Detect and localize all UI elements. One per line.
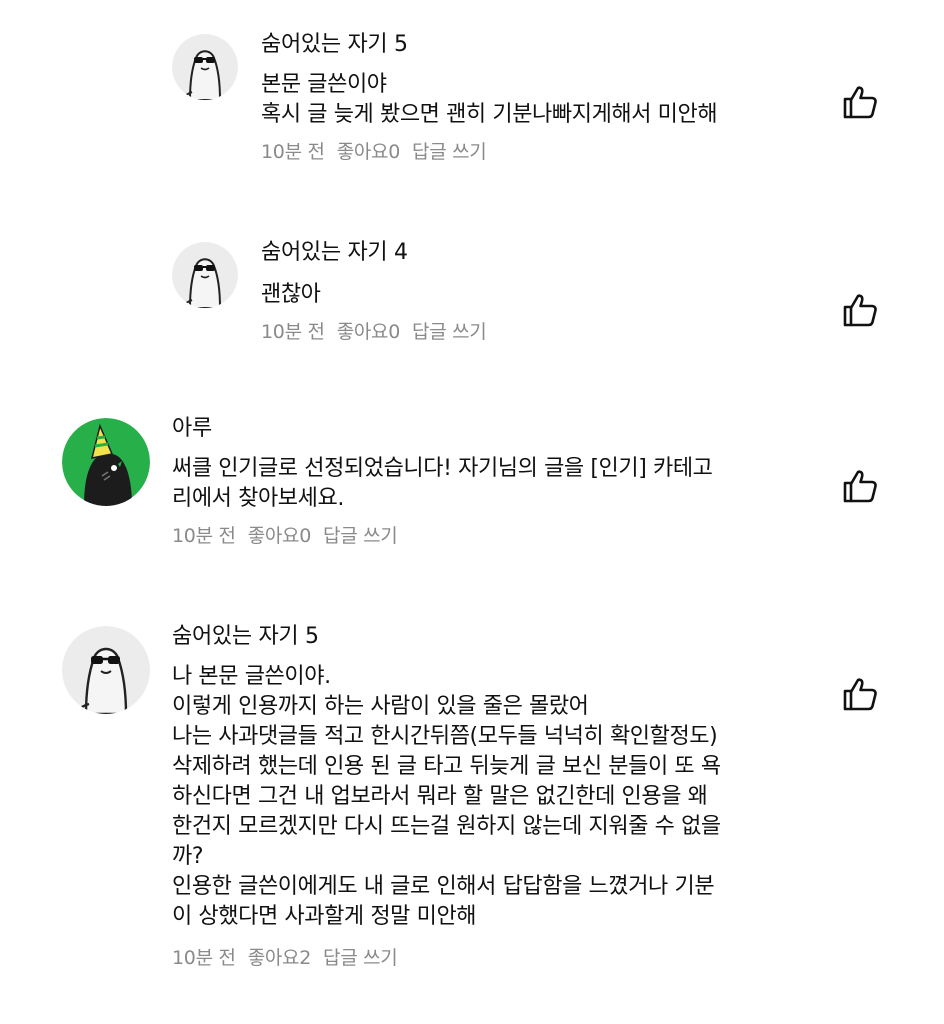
comment-body-line: 괜찮아 [261, 282, 321, 307]
avatar[interactable] [172, 34, 238, 100]
like-count: 좋아요2 [247, 947, 312, 969]
comment-time: 10분 전 [261, 321, 325, 343]
comment-author[interactable]: 아루 [172, 414, 713, 444]
comment-body-line: 이 상했다면 사과할게 정말 미안해 [172, 904, 477, 929]
like-button[interactable] [840, 82, 880, 122]
avatar[interactable] [172, 242, 238, 308]
like-button[interactable] [840, 290, 880, 330]
sunglasses-ghost-icon [172, 34, 238, 100]
comment-body-line: 나 본문 글쓴이야. [172, 664, 331, 689]
comment-meta: 10분 전 좋아요0 답글 쓰기 [261, 138, 717, 166]
comment-time: 10분 전 [172, 947, 236, 969]
thumbs-up-icon [843, 86, 877, 119]
sunglasses-ghost-icon [62, 626, 150, 714]
comment-body-line: 이렇게 인용까지 하는 사람이 있을 줄은 몰랐어 [172, 694, 589, 719]
avatar[interactable] [62, 626, 150, 714]
comment-body-line: 삭제하려 했는데 인용 된 글 타고 뒤늦게 글 보신 분들이 또 욕 [172, 754, 721, 779]
comment-body-line: 인용한 글쓴이에게도 내 글로 인해서 답답함을 느꼈거나 기분 [172, 874, 715, 899]
like-button[interactable] [840, 466, 880, 506]
comment-time: 10분 전 [172, 525, 236, 547]
sunglasses-ghost-icon [172, 242, 238, 308]
party-bird-icon [62, 418, 150, 506]
comment-author[interactable]: 숨어있는 자기 5 [172, 622, 721, 652]
comment-body-line: 나는 사과댓글들 적고 한시간뒤쯤(모두들 넉넉히 확인할정도) [172, 724, 718, 749]
comment-body-line: 본문 글쓴이야 [261, 72, 387, 97]
comment-meta: 10분 전 좋아요0 답글 쓰기 [172, 522, 713, 550]
comment-body-line: 까? [172, 844, 204, 869]
reply-button[interactable]: 답글 쓰기 [412, 321, 487, 343]
comment-body: 써클 인기글로 선정되었습니다! 자기님의 글을 [인기] 카테고 리에서 찾아… [172, 454, 713, 514]
comment-meta: 10분 전 좋아요2 답글 쓰기 [172, 944, 721, 972]
avatar[interactable] [62, 418, 150, 506]
comment-body-line: 한건지 모르겠지만 다시 뜨는걸 원하지 않는데 지워줄 수 없을 [172, 814, 721, 839]
comment-author[interactable]: 숨어있는 자기 4 [261, 238, 499, 268]
like-count: 좋아요0 [336, 141, 401, 163]
comment-body: 괜찮아 [261, 280, 499, 310]
thumbs-up-icon [843, 294, 877, 327]
comment-meta: 10분 전 좋아요0 답글 쓰기 [261, 318, 499, 346]
thumbs-up-icon [843, 470, 877, 503]
reply-button[interactable]: 답글 쓰기 [323, 525, 398, 547]
like-count: 좋아요0 [247, 525, 312, 547]
comment-body-line: 혹시 글 늦게 봤으면 괜히 기분나빠지게해서 미안해 [261, 102, 718, 127]
like-count: 좋아요0 [336, 321, 401, 343]
comment-time: 10분 전 [261, 141, 325, 163]
comment-body-line: 써클 인기글로 선정되었습니다! 자기님의 글을 [인기] 카테고 [172, 456, 713, 481]
comment-body: 본문 글쓴이야 혹시 글 늦게 봤으면 괜히 기분나빠지게해서 미안해 [261, 70, 718, 130]
reply-button[interactable]: 답글 쓰기 [323, 947, 398, 969]
comment-body: 나 본문 글쓴이야. 이렇게 인용까지 하는 사람이 있을 줄은 몰랐어 나는 … [172, 662, 721, 932]
comment-body-line: 리에서 찾아보세요. [172, 486, 344, 511]
like-button[interactable] [840, 674, 880, 714]
reply-button[interactable]: 답글 쓰기 [412, 141, 487, 163]
comment-author[interactable]: 숨어있는 자기 5 [261, 30, 717, 60]
thumbs-up-icon [843, 678, 877, 711]
comment-body-line: 하신다면 그건 내 업보라서 뭐라 할 말은 없긴한데 인용을 왜 [172, 784, 708, 809]
